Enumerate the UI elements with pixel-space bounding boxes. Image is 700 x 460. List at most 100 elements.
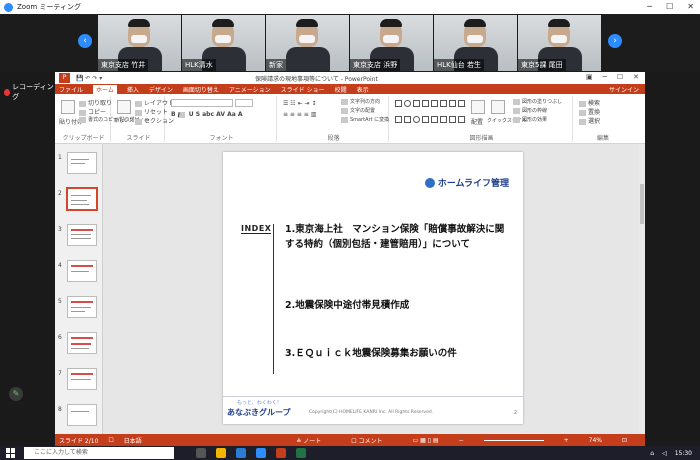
- tab-design[interactable]: デザイン: [149, 85, 173, 94]
- new-slide-icon[interactable]: [117, 100, 131, 114]
- replace-button[interactable]: 置換: [579, 107, 600, 116]
- cut-button[interactable]: 切り取り: [79, 98, 112, 107]
- smartart-button[interactable]: SmartArt に変換: [341, 116, 389, 123]
- maximize-icon[interactable]: ☐: [666, 2, 673, 11]
- zoom-slider[interactable]: [483, 439, 544, 441]
- quick-access-toolbar[interactable]: 💾 ↶ ↷ ▾: [76, 75, 102, 82]
- clock[interactable]: 15:30: [675, 450, 692, 457]
- thumb-number: 5: [58, 298, 62, 305]
- ribbon-display-icon[interactable]: ▣: [586, 73, 593, 81]
- text-direction-button[interactable]: 文字列の方向: [341, 98, 380, 105]
- view-buttons[interactable]: ▭ ▦ ▯ ▤: [413, 437, 439, 444]
- excel-app-icon[interactable]: [296, 448, 306, 458]
- zoom-level[interactable]: 74%: [589, 437, 602, 444]
- window-controls: ─ ☐ ✕: [647, 2, 694, 11]
- drawing-group: 配置 クイックスタイル 図形の塗りつぶし 図形の枠線 図形の効果 図形描画: [391, 96, 573, 142]
- slide-thumbnail[interactable]: [67, 296, 97, 318]
- copy-icon: [79, 109, 86, 116]
- task-view-icon[interactable]: [196, 448, 206, 458]
- tab-slideshow[interactable]: スライド ショー: [281, 85, 325, 94]
- annotate-pen-icon[interactable]: ✎: [9, 387, 23, 401]
- pp-maximize-icon[interactable]: ☐: [617, 73, 623, 81]
- zoom-in-icon[interactable]: +: [564, 437, 569, 444]
- volume-icon[interactable]: ◁: [662, 450, 667, 457]
- align-text-button[interactable]: 文字の配置: [341, 107, 375, 114]
- tab-file[interactable]: ファイル: [59, 85, 83, 94]
- list-buttons[interactable]: ☰ ☷ ⇤ ⇥ ↕: [283, 100, 316, 107]
- next-page-button[interactable]: ›: [608, 34, 622, 48]
- close-icon[interactable]: ✕: [687, 2, 694, 11]
- language[interactable]: 日本語: [124, 436, 142, 445]
- slide-thumbnail[interactable]: [67, 152, 97, 174]
- slide-canvas[interactable]: ホームライフ管理 INDEX 1.東京海上社 マンション保険「賠償事故解決に関す…: [223, 152, 523, 424]
- participant-video[interactable]: 東京支店 竹井: [98, 15, 181, 71]
- tab-insert[interactable]: 挿入: [127, 85, 139, 94]
- slide-thumbnail[interactable]: [67, 404, 97, 426]
- find-button[interactable]: 検索: [579, 98, 600, 107]
- shape-outline-button[interactable]: 図形の枠線: [513, 107, 547, 114]
- arrange-button[interactable]: 配置: [471, 117, 483, 126]
- status-bar: スライド 2/10 ☐ 日本語 ≙ ノート ☐ コメント ▭ ▦ ▯ ▤ − +…: [55, 434, 645, 446]
- outlook-icon[interactable]: [236, 448, 246, 458]
- participant-video[interactable]: 東京支店 浜野: [350, 15, 433, 71]
- prev-page-button[interactable]: ‹: [78, 34, 92, 48]
- shape-effects-button[interactable]: 図形の効果: [513, 116, 547, 123]
- tab-transitions[interactable]: 画面切り替え: [183, 85, 219, 94]
- network-icon[interactable]: ⌂: [650, 450, 654, 457]
- fit-slide-icon[interactable]: ⊡: [622, 437, 627, 444]
- slide-position: スライド 2/10: [59, 437, 99, 445]
- signin-link[interactable]: サインイン: [609, 85, 639, 94]
- editing-group: 検索 置換 選択 編集: [575, 96, 631, 142]
- recording-indicator[interactable]: レコーディング: [4, 82, 55, 102]
- footer-logo: あなぶきグループ: [227, 408, 291, 417]
- pp-close-icon[interactable]: ✕: [633, 73, 639, 81]
- tab-review[interactable]: 校閲: [335, 85, 347, 94]
- slide-thumbnail[interactable]: [67, 224, 97, 246]
- drawing-group-label: 図形描画: [469, 135, 494, 142]
- tab-animations[interactable]: アニメーション: [229, 85, 271, 94]
- participant-video[interactable]: 東京5課 尾田: [518, 15, 601, 71]
- paste-icon[interactable]: [61, 100, 75, 114]
- slides-group-label: スライド: [126, 135, 151, 142]
- zoom-out-icon[interactable]: −: [459, 437, 464, 444]
- format-painter-icon: [79, 116, 86, 123]
- zoom-app-icon[interactable]: [256, 448, 266, 458]
- comments-button[interactable]: ☐ コメント: [351, 436, 392, 445]
- ribbon-tabs: ファイル ホーム 挿入 デザイン 画面切り替え アニメーション スライド ショー…: [55, 84, 645, 94]
- zoom-left-panel: レコーディング ✎: [0, 72, 55, 446]
- windows-taskbar: ここに入力して検索 ⌂ ◁ 15:30: [0, 446, 700, 460]
- reset-button[interactable]: リセット: [135, 107, 168, 116]
- participant-video[interactable]: 新家: [266, 15, 349, 71]
- windows-start-icon[interactable]: [6, 448, 16, 458]
- pp-minimize-icon[interactable]: ─: [603, 73, 607, 81]
- spellcheck-icon[interactable]: ☐: [108, 437, 113, 444]
- zoom-title-bar: Zoom ミーティング ─ ☐ ✕: [0, 0, 700, 14]
- slide-thumbnail[interactable]: [67, 332, 97, 354]
- copy-button[interactable]: コピー: [79, 107, 106, 116]
- taskbar-search-input[interactable]: ここに入力して検索: [24, 447, 174, 459]
- pp-title-bar: P 💾 ↶ ↷ ▾ 保険請求の現地事項等について - PowerPoint ▣ …: [55, 72, 645, 84]
- participant-name: HLK清水: [182, 59, 216, 71]
- notes-button[interactable]: ≙ ノート: [296, 436, 331, 445]
- slide-thumbnail[interactable]: [66, 187, 98, 211]
- align-buttons[interactable]: ≡ ≡ ≡ ≡ ▥: [283, 111, 316, 118]
- font-name-box[interactable]: [171, 99, 233, 107]
- quick-styles-icon[interactable]: [491, 100, 505, 114]
- participant-video[interactable]: HLK仙台 若生: [434, 15, 517, 71]
- file-explorer-icon[interactable]: [216, 448, 226, 458]
- powerpoint-app-icon[interactable]: [276, 448, 286, 458]
- tab-home[interactable]: ホーム: [93, 84, 117, 94]
- select-button[interactable]: 選択: [579, 116, 600, 125]
- font-style-buttons[interactable]: B I U S abc AV Aa A: [171, 111, 243, 119]
- tab-view[interactable]: 表示: [357, 85, 369, 94]
- shape-fill-button[interactable]: 図形の塗りつぶし: [513, 98, 562, 105]
- participant-video[interactable]: HLK清水: [182, 15, 265, 71]
- slide-thumbnail[interactable]: [67, 368, 97, 390]
- slide-thumbnail[interactable]: [67, 260, 97, 282]
- minimize-icon[interactable]: ─: [647, 2, 652, 11]
- font-size-box[interactable]: [235, 99, 253, 107]
- vertical-scrollbar[interactable]: [639, 144, 645, 434]
- arrange-icon[interactable]: [471, 100, 485, 114]
- shapes-gallery[interactable]: [395, 100, 465, 130]
- ribbon: 貼り付け 切り取り コピー 書式のコピー/貼り付け クリップボード 新しいスライ…: [55, 94, 645, 144]
